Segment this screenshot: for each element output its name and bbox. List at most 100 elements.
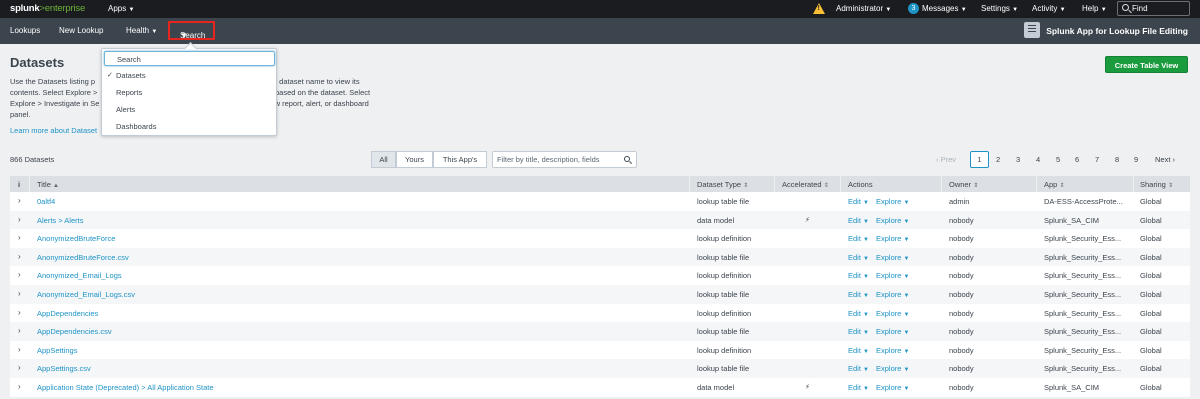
- page-button-6[interactable]: 6: [1075, 155, 1079, 164]
- caret-down-icon: ▼: [903, 293, 910, 299]
- explore-menu[interactable]: Explore ▼: [876, 346, 909, 355]
- dataset-title-link[interactable]: Anonymized_Email_Logs.csv: [37, 290, 135, 299]
- expand-chevron-icon[interactable]: ›: [18, 326, 21, 335]
- create-table-view-button[interactable]: Create Table View: [1105, 56, 1188, 73]
- page-button-3[interactable]: 3: [1016, 155, 1020, 164]
- page-button-5[interactable]: 5: [1056, 155, 1060, 164]
- warning-icon[interactable]: [813, 3, 825, 14]
- explore-menu[interactable]: Explore ▼: [876, 290, 909, 299]
- dataset-title-link[interactable]: AnonymizedBruteForce: [37, 234, 115, 243]
- messages-menu[interactable]: Messages ▼: [922, 4, 967, 13]
- explore-menu[interactable]: Explore ▼: [876, 216, 909, 225]
- user-menu[interactable]: Administrator ▼: [836, 4, 891, 13]
- nav-lookups[interactable]: Lookups: [10, 26, 40, 35]
- apps-menu[interactable]: Apps ▼: [108, 4, 134, 13]
- explore-menu[interactable]: Explore ▼: [876, 309, 909, 318]
- settings-menu[interactable]: Settings ▼: [981, 4, 1018, 13]
- caret-down-icon: ▼: [903, 274, 910, 281]
- expand-chevron-icon[interactable]: ›: [18, 289, 21, 298]
- expand-chevron-icon[interactable]: ›: [18, 270, 21, 279]
- find-input[interactable]: [1132, 3, 1188, 14]
- page-button-4[interactable]: 4: [1036, 155, 1040, 164]
- dropdown-item-dashboards[interactable]: Dashboards: [116, 122, 156, 131]
- explore-menu[interactable]: Explore ▼: [876, 364, 909, 373]
- page-button-1[interactable]: 1: [970, 151, 989, 168]
- accelerated-column-header[interactable]: Accelerated ⇕: [782, 180, 829, 189]
- filter-yours-button[interactable]: Yours: [396, 151, 433, 168]
- explore-menu[interactable]: Explore ▼: [876, 197, 909, 206]
- sharing-column-header[interactable]: Sharing ⇕: [1140, 180, 1173, 189]
- dataset-title-link[interactable]: AppSettings.csv: [37, 364, 91, 373]
- explore-menu[interactable]: Explore ▼: [876, 271, 909, 280]
- edit-menu[interactable]: Edit ▼: [848, 271, 869, 280]
- edit-menu[interactable]: Edit ▼: [848, 383, 869, 392]
- nav-search-highlighted[interactable]: Search ▼: [168, 21, 215, 40]
- page-button-7[interactable]: 7: [1095, 155, 1099, 164]
- page-button-2[interactable]: 2: [996, 155, 1000, 164]
- dataset-title-link[interactable]: AppSettings: [37, 346, 77, 355]
- nav-new-lookup[interactable]: New Lookup: [59, 26, 103, 35]
- help-menu[interactable]: Help ▼: [1082, 4, 1107, 13]
- expand-chevron-icon[interactable]: ›: [18, 363, 21, 372]
- dataset-title-link[interactable]: Alerts > Alerts: [37, 216, 83, 225]
- edit-menu[interactable]: Edit ▼: [848, 253, 869, 262]
- dataset-title-link[interactable]: AppDependencies: [37, 309, 98, 318]
- explore-menu[interactable]: Explore ▼: [876, 253, 909, 262]
- dataset-type: data model: [697, 215, 735, 225]
- dropdown-item-reports[interactable]: Reports: [116, 88, 142, 97]
- title-column-header[interactable]: Title ▲: [37, 180, 59, 189]
- splunk-logo[interactable]: splunk>enterprise: [10, 3, 85, 14]
- explore-menu[interactable]: Explore ▼: [876, 234, 909, 243]
- edit-menu[interactable]: Edit ▼: [848, 216, 869, 225]
- dataset-type: lookup table file: [697, 364, 750, 374]
- edit-menu[interactable]: Edit ▼: [848, 290, 869, 299]
- explore-menu[interactable]: Explore ▼: [876, 327, 909, 336]
- expand-chevron-icon[interactable]: ›: [18, 308, 21, 317]
- expand-chevron-icon[interactable]: ›: [18, 215, 21, 224]
- edit-menu[interactable]: Edit ▼: [848, 234, 869, 243]
- activity-menu[interactable]: Activity ▼: [1032, 4, 1066, 13]
- edit-menu[interactable]: Edit ▼: [848, 327, 869, 336]
- dropdown-item-alerts[interactable]: Alerts: [116, 105, 135, 114]
- info-column-header: i: [18, 180, 21, 189]
- edit-menu[interactable]: Edit ▼: [848, 197, 869, 206]
- owner-column-header[interactable]: Owner ⇕: [949, 180, 978, 189]
- dataset-title-link[interactable]: Anonymized_Email_Logs: [37, 271, 122, 280]
- page-button-9[interactable]: 9: [1134, 155, 1138, 164]
- dataset-type-column-header[interactable]: Dataset Type ⇕: [697, 180, 748, 189]
- edit-menu[interactable]: Edit ▼: [848, 309, 869, 318]
- expand-chevron-icon[interactable]: ›: [18, 345, 21, 354]
- nav-health[interactable]: Health ▼: [126, 26, 157, 35]
- app-title[interactable]: Splunk App for Lookup File Editing: [1046, 26, 1188, 36]
- column-divider: [1133, 176, 1134, 192]
- dataset-title-link[interactable]: AppDependencies.csv: [37, 327, 112, 336]
- app-column-header[interactable]: App ⇕: [1044, 180, 1064, 189]
- next-page-button[interactable]: Next ›: [1155, 155, 1175, 164]
- page-button-8[interactable]: 8: [1115, 155, 1119, 164]
- app-name: Splunk_Security_Ess...: [1044, 364, 1122, 374]
- filter-all-button[interactable]: All: [371, 151, 396, 168]
- dataset-title-link[interactable]: Application State (Deprecated) > All App…: [37, 383, 214, 392]
- filter-input[interactable]: [497, 154, 617, 165]
- find-box[interactable]: [1117, 1, 1190, 16]
- explore-menu[interactable]: Explore ▼: [876, 383, 909, 392]
- dataset-title-link[interactable]: AnonymizedBruteForce.csv: [37, 253, 129, 262]
- edit-menu[interactable]: Edit ▼: [848, 346, 869, 355]
- expand-chevron-icon[interactable]: ›: [18, 252, 21, 261]
- edit-menu[interactable]: Edit ▼: [848, 364, 869, 373]
- caret-down-icon: ▼: [128, 7, 135, 13]
- prev-page-button[interactable]: ‹ Prev: [936, 155, 956, 164]
- filter-box[interactable]: [492, 151, 637, 168]
- filter-this-app-button[interactable]: This App's: [433, 151, 487, 168]
- messages-count-badge[interactable]: 3: [908, 3, 919, 14]
- caret-down-icon: ▼: [903, 348, 910, 355]
- caret-down-icon: ▼: [903, 330, 910, 337]
- dropdown-item-search[interactable]: Search: [104, 51, 275, 66]
- expand-chevron-icon[interactable]: ›: [18, 233, 21, 242]
- expand-chevron-icon[interactable]: ›: [18, 196, 21, 205]
- expand-chevron-icon[interactable]: ›: [18, 382, 21, 391]
- learn-more-link[interactable]: Learn more about Dataset: [10, 126, 97, 135]
- dataset-title-link[interactable]: 0altf4: [37, 197, 55, 206]
- sort-asc-icon: ▲: [52, 183, 59, 189]
- dropdown-item-datasets[interactable]: Datasets: [116, 71, 146, 80]
